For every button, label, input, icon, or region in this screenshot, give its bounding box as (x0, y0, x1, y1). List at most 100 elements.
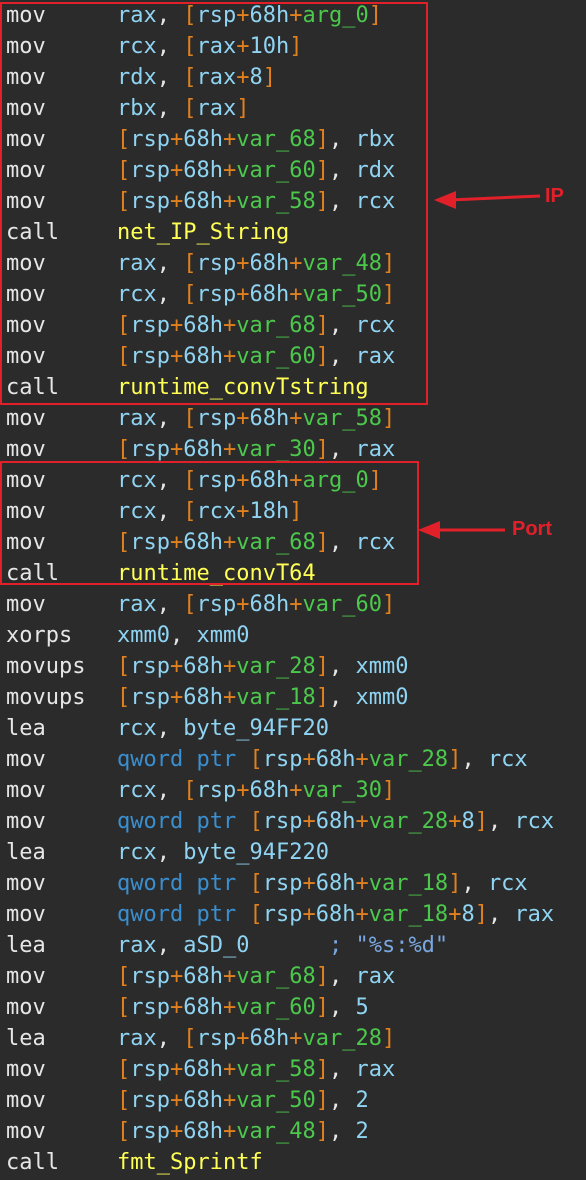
operand-token: , (328, 313, 356, 338)
operand-token: ] (474, 902, 488, 927)
asm-line[interactable]: mov [rsp+68h+var_68], rcx (0, 527, 586, 558)
operand-token: rcx (514, 809, 555, 834)
asm-line[interactable]: mov [rsp+68h+var_68], rcx (0, 310, 586, 341)
operand-token: + (170, 1088, 184, 1113)
operand-token: rsp (130, 530, 170, 555)
asm-line[interactable]: mov [rsp+68h+var_50], 2 (0, 1085, 586, 1116)
operand-token: , (156, 406, 184, 431)
operand-token: 5 (355, 995, 369, 1020)
asm-line[interactable]: lea rax, aSD_0 ; "%s:%d" (0, 930, 586, 961)
operands: rcx, [rsp+68h+arg_0] (117, 465, 382, 496)
asm-line[interactable]: movups [rsp+68h+var_28], xmm0 (0, 651, 586, 682)
asm-line[interactable]: mov [rsp+68h+var_30], rax (0, 434, 586, 465)
asm-line[interactable]: xorps xmm0, xmm0 (0, 620, 586, 651)
asm-line[interactable]: mov qword ptr [rsp+68h+var_28], rcx (0, 744, 586, 775)
operand-token: , (169, 623, 197, 648)
asm-line[interactable]: mov [rsp+68h+var_48], 2 (0, 1116, 586, 1147)
disassembly-listing[interactable]: mov rax, [rsp+68h+arg_0] mov rcx, [rax+10h]… (0, 0, 586, 1178)
operands: rcx, byte_94F220 (117, 837, 329, 868)
asm-line[interactable]: call runtime_convTstring (0, 372, 586, 403)
operand-token: + (223, 530, 237, 555)
asm-line[interactable]: lea rcx, byte_94F220 (0, 837, 586, 868)
asm-line[interactable]: lea rax, [rsp+68h+var_28] (0, 1023, 586, 1054)
operand-token: rax (196, 34, 237, 59)
operand-token: , (328, 530, 356, 555)
operand-token: var_28 (302, 1026, 382, 1051)
asm-line[interactable]: mov rbx, [rax] (0, 93, 586, 124)
asm-line[interactable]: mov [rsp+68h+var_68], rbx (0, 124, 586, 155)
asm-line[interactable]: mov rax, [rsp+68h+var_60] (0, 589, 586, 620)
mnemonic: call (6, 375, 59, 400)
operand-token: 68h (249, 3, 290, 28)
operands: rax, [rsp+68h+var_58] (117, 403, 395, 434)
asm-line[interactable]: mov [rsp+68h+var_58], rcx (0, 186, 586, 217)
operand-token: , (156, 933, 184, 958)
operand-token: + (289, 282, 303, 307)
asm-line[interactable]: movups [rsp+68h+var_18], xmm0 (0, 682, 586, 713)
asm-line[interactable]: mov [rsp+68h+var_68], rax (0, 961, 586, 992)
operand-token: ] (289, 499, 303, 524)
asm-line[interactable]: mov [rsp+68h+var_60], rax (0, 341, 586, 372)
mnemonic: mov (6, 406, 46, 431)
asm-line[interactable]: mov rdx, [rax+8] (0, 62, 586, 93)
asm-line[interactable]: mov rcx, [rsp+68h+var_30] (0, 775, 586, 806)
operand-token: var_68 (236, 313, 316, 338)
operand-token: + (289, 3, 303, 28)
asm-line[interactable]: mov rax, [rsp+68h+var_48] (0, 248, 586, 279)
operand-token: 68h (183, 685, 223, 710)
asm-line[interactable]: call runtime_convT64 (0, 558, 586, 589)
operand-token: + (170, 189, 184, 214)
operand-token: rax (514, 902, 555, 927)
asm-line[interactable]: mov rcx, [rsp+68h+arg_0] (0, 465, 586, 496)
operand-token: rcx (355, 189, 396, 214)
asm-line[interactable]: call net_IP_String (0, 217, 586, 248)
operand-token: rcx (355, 530, 396, 555)
operand-token: rdx (117, 65, 157, 90)
asm-line[interactable]: mov rcx, [rax+10h] (0, 31, 586, 62)
asm-line[interactable]: mov rax, [rsp+68h+var_58] (0, 403, 586, 434)
asm-line[interactable]: mov qword ptr [rsp+68h+var_28+8], rcx (0, 806, 586, 837)
operands: fmt_Sprintf (117, 1147, 263, 1178)
operand-token: var_58 (302, 406, 382, 431)
asm-line[interactable]: mov [rsp+68h+var_58], rax (0, 1054, 586, 1085)
asm-line[interactable]: mov rcx, [rcx+18h] (0, 496, 586, 527)
asm-line[interactable]: mov [rsp+68h+var_60], 5 (0, 992, 586, 1023)
asm-line[interactable]: mov qword ptr [rsp+68h+var_18], rcx (0, 868, 586, 899)
operand-token: 68h (249, 1026, 290, 1051)
operand-token: rsp (130, 313, 170, 338)
operand-token: + (170, 685, 184, 710)
operands: [rsp+68h+var_58], rcx (117, 186, 395, 217)
operand-token: rsp (130, 685, 170, 710)
asm-line[interactable]: lea rcx, byte_94FF20 (0, 713, 586, 744)
asm-line[interactable]: call fmt_Sprintf (0, 1147, 586, 1178)
operands: qword ptr [rsp+68h+var_28], rcx (117, 744, 528, 775)
operand-token: rsp (262, 747, 303, 772)
asm-line[interactable]: mov [rsp+68h+var_60], rdx (0, 155, 586, 186)
operand-token: rsp (196, 251, 237, 276)
mnemonic: mov (6, 995, 46, 1020)
operand-token: var_68 (236, 964, 316, 989)
operands: rcx, [rsp+68h+var_50] (117, 279, 395, 310)
operand-token: rsp (262, 809, 303, 834)
operand-token: rax (117, 592, 157, 617)
operand-token: 68h (183, 654, 223, 679)
operand-token: , (328, 995, 356, 1020)
operand-token: rcx (117, 499, 157, 524)
operand-token: rcx (117, 468, 157, 493)
operand-token: rcx (117, 282, 157, 307)
asm-line[interactable]: mov rax, [rsp+68h+arg_0] (0, 0, 586, 31)
asm-line[interactable]: mov qword ptr [rsp+68h+var_18+8], rax (0, 899, 586, 930)
operand-token: [ (117, 1088, 131, 1113)
operand-token: [ (117, 995, 131, 1020)
mnemonic: mov (6, 964, 46, 989)
operand-token: rsp (262, 871, 303, 896)
asm-line[interactable]: mov rcx, [rsp+68h+var_50] (0, 279, 586, 310)
operand-token: + (223, 1119, 237, 1144)
operand-token: + (236, 251, 250, 276)
operand-token: , (156, 251, 184, 276)
operand-token: xmm0 (196, 623, 250, 648)
operands: [rsp+68h+var_28], xmm0 (117, 651, 408, 682)
operand-token: , (156, 592, 184, 617)
mnemonic: call (6, 1150, 59, 1175)
operand-token: [ (183, 96, 197, 121)
